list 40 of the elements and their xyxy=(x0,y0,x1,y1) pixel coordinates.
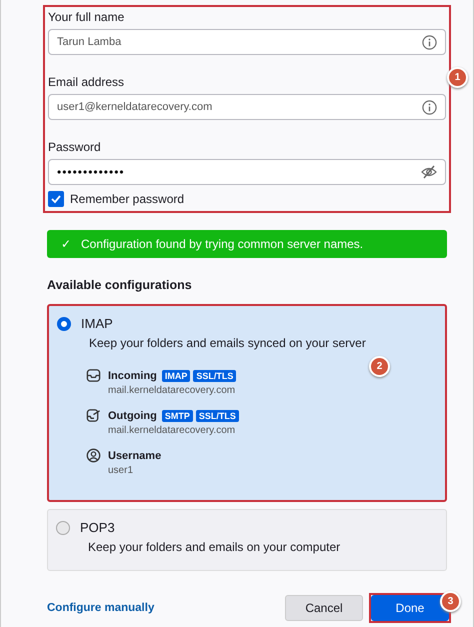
configuration-option[interactable]: POP3 Keep your folders and emails on your computer xyxy=(47,509,447,571)
configure-manually-link[interactable]: Configure manually xyxy=(47,602,154,614)
section-heading: Available configurations xyxy=(47,278,193,292)
input-field[interactable]: Tarun Lamba xyxy=(48,29,446,55)
done-button[interactable]: Done xyxy=(371,595,449,621)
input-field[interactable]: user1@kerneldatarecovery.com xyxy=(48,94,446,120)
info-icon[interactable] xyxy=(422,34,437,50)
server-value: mail.kerneldatarecovery.com xyxy=(108,385,236,396)
option-title: POP3 xyxy=(80,520,115,535)
server-title: Incoming xyxy=(108,370,157,382)
eye-slash-icon[interactable] xyxy=(421,165,437,179)
server-value: user1 xyxy=(108,465,134,476)
checkbox[interactable] xyxy=(48,191,64,207)
check-icon: ✓ xyxy=(61,237,71,251)
protocol-tag: SMTP xyxy=(162,410,193,422)
server-title: Outgoing xyxy=(108,410,157,422)
radio-button[interactable] xyxy=(57,316,71,330)
password-field[interactable]: ••••••••••••• xyxy=(48,159,446,185)
field-label: Your full name xyxy=(48,10,126,24)
outbox-icon xyxy=(86,408,101,423)
radio-button[interactable] xyxy=(56,520,70,534)
annotation-badge: 1 xyxy=(447,67,468,88)
info-icon[interactable] xyxy=(422,100,437,114)
server-value: mail.kerneldatarecovery.com xyxy=(108,425,236,436)
field-label: Email address xyxy=(48,75,126,89)
option-title: IMAP xyxy=(81,316,113,331)
banner-message: Configuration found by trying common server names. xyxy=(81,237,364,251)
cancel-button[interactable]: Cancel xyxy=(285,595,363,621)
checkbox-label: Remember password xyxy=(70,192,184,206)
option-description: Keep your folders and emails on your computer xyxy=(88,540,342,554)
check-icon xyxy=(50,193,62,205)
protocol-tag: SSL/TLS xyxy=(196,410,239,422)
server-title: Username xyxy=(108,450,162,462)
inbox-icon xyxy=(86,368,101,383)
option-description: Keep your folders and emails synced on your server xyxy=(89,336,367,350)
protocol-tag: IMAP xyxy=(162,370,190,382)
field-label: Password xyxy=(48,140,102,154)
annotation-badge: 3 xyxy=(440,591,461,612)
protocol-tag: SSL/TLS xyxy=(193,370,236,382)
user-icon xyxy=(86,448,101,463)
